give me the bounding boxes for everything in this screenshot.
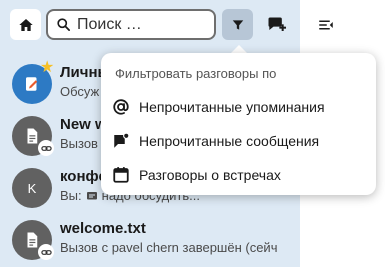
home-icon [18,18,33,31]
new-conversation-button[interactable] [260,9,291,40]
link-icon [40,145,52,151]
filter-option-unread-mentions[interactable]: Непрочитанные упоминания [101,91,376,123]
note-icon [26,77,38,91]
filter-icon [232,19,243,30]
home-button[interactable] [10,9,41,40]
search-icon [57,18,70,31]
filter-dropdown-menu: Фильтровать разговоры по Непрочитанные у… [101,53,376,195]
conversation-last-message: Вызов [60,136,98,151]
conversation-last-message: Вызов с pavel chern завершён (сейч [60,240,277,255]
menu-collapse-icon [318,20,333,29]
last-message-text: Вызов [60,136,98,151]
conversation-title: New w [60,116,107,133]
calendar-icon [111,165,131,185]
conversation-title: welcome.txt [60,220,146,237]
at-icon [111,97,131,117]
favorite-star-icon: ★ [40,59,55,76]
filter-option-unread-messages[interactable]: Непрочитанные сообщения [101,125,376,157]
last-message-author: Вы: [60,188,82,203]
chat-plus-icon [268,17,286,31]
search-field[interactable] [46,9,216,40]
link-badge [38,244,54,260]
document-icon [27,232,38,248]
avatar-initial: K [27,180,37,196]
message-badge-icon [111,131,131,151]
last-message-text: Обсуж [60,84,100,99]
search-input[interactable] [77,15,207,34]
conversation-item[interactable]: welcome.txt Вызов с pavel chern завершён… [0,216,300,267]
filter-option-label: Непрочитанные упоминания [139,99,325,115]
avatar: K [12,168,52,208]
conversation-last-message: Обсуж [60,84,99,99]
toggle-sidebar-button[interactable] [310,9,341,40]
filter-button[interactable] [222,9,253,40]
link-badge [38,140,54,156]
conversation-title: конфе [60,168,107,185]
filter-option-meeting-conversations[interactable]: Разговоры о встречах [101,159,376,191]
filter-menu-heading: Фильтровать разговоры по [115,66,277,81]
document-icon [27,128,38,144]
filter-option-label: Разговоры о встречах [139,167,281,183]
last-message-text: Вызов с pavel chern завершён (сейч [60,240,278,255]
message-icon [86,190,98,202]
link-icon [40,249,52,255]
filter-option-label: Непрочитанные сообщения [139,133,320,149]
